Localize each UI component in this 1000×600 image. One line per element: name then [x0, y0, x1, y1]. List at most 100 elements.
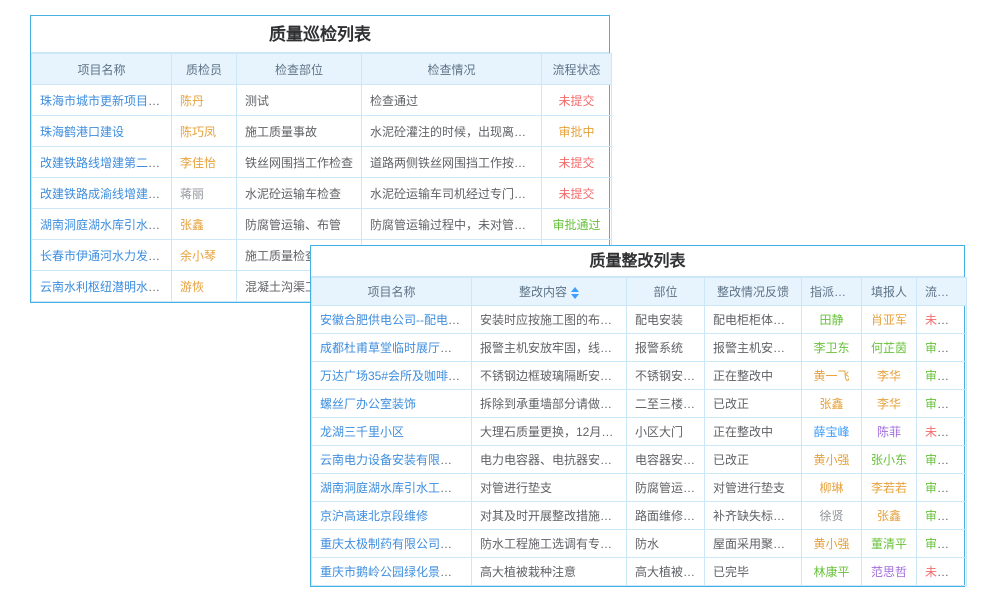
insp-situation-text: 道路两侧铁丝网围挡工作按设计...	[370, 156, 542, 170]
insp-part-text: 施工质量检查	[245, 249, 317, 263]
insp-header-situation: 检查情况	[362, 54, 542, 85]
rect-cell-assignee: 徐贤	[802, 502, 862, 530]
project-link[interactable]: 螺丝厂办公室装饰	[320, 397, 416, 411]
insp-part-text: 水泥砼运输车检查	[245, 187, 341, 201]
rect-assignee-text: 薛宝峰	[813, 425, 849, 439]
rect-row: 重庆市鹅岭公园绿化景观提升...高大植被栽种注意高大植被栽种已完毕林康平范思哲未…	[312, 558, 967, 586]
rect-feedback-text: 配电柜柜体与...	[713, 313, 795, 327]
rect-header-project: 项目名称	[312, 278, 472, 306]
rect-cell-feedback: 对管进行垫支	[705, 474, 802, 502]
rect-content-text: 对管进行垫支	[480, 481, 552, 495]
insp-cell-inspector: 陈丹	[172, 85, 237, 116]
rect-reporter-text: 范思哲	[871, 565, 907, 579]
rect-reporter-text: 陈菲	[877, 425, 901, 439]
project-link[interactable]: 云南电力设备安装有限公司20...	[320, 453, 472, 467]
rect-cell-assignee: 张鑫	[802, 390, 862, 418]
rect-assignee-text: 黄小强	[813, 537, 849, 551]
project-link[interactable]: 珠海市城市更新项目紫...	[40, 94, 170, 108]
project-link[interactable]: 珠海鹤港口建设	[40, 125, 124, 139]
rect-cell-reporter: 李华	[862, 390, 917, 418]
insp-inspector-text: 李佳怡	[180, 156, 216, 170]
rect-status-text: 审批通过	[925, 481, 967, 495]
insp-row: 改建铁路成渝线增建第... 蒋丽 水泥砼运输车检查 水泥砼运输车司机经过专门培训...…	[32, 178, 612, 209]
rect-assignee-text: 李卫东	[813, 341, 849, 355]
rect-cell-reporter: 肖亚军	[862, 306, 917, 334]
insp-cell-project: 长春市伊通河水力发电...	[32, 240, 172, 271]
insp-cell-status: 审批通过	[542, 209, 612, 240]
insp-cell-situation: 水泥砼运输车司机经过专门培训...	[362, 178, 542, 209]
rect-feedback-text: 正在整改中	[713, 425, 773, 439]
rect-cell-status: 审批通过	[917, 502, 967, 530]
rect-cell-reporter: 张鑫	[862, 502, 917, 530]
rect-cell-status: 审批通过	[917, 334, 967, 362]
insp-row: 珠海鹤港口建设陈巧凤施工质量事故水泥砼灌注的时候，出现离析现象审批中	[32, 116, 612, 147]
rect-cell-feedback: 配电柜柜体与...	[705, 306, 802, 334]
rect-cell-feedback: 正在整改中	[705, 418, 802, 446]
rect-cell-reporter: 范思哲	[862, 558, 917, 586]
project-link[interactable]: 重庆太极制药有限公司亳州中...	[320, 537, 472, 551]
project-link[interactable]: 万达广场35#会所及咖啡厅空...	[320, 369, 472, 383]
rectification-header-row: 项目名称整改内容部位整改情况反馈指派人员填报人流程状态	[312, 278, 967, 306]
insp-header-status: 流程状态	[542, 54, 612, 85]
column-label: 部位	[653, 285, 677, 299]
rect-content-text: 不锈钢边框玻璃隔断安装不牢...	[480, 369, 627, 383]
project-link[interactable]: 湖南洞庭湖水库引水工程施工1...	[320, 481, 472, 495]
rect-cell-status: 审批通过	[917, 390, 967, 418]
rect-part-text: 电容器安装...	[635, 453, 705, 467]
insp-cell-part: 铁丝网围挡工作检查	[237, 147, 362, 178]
rect-cell-status: 审批通过	[917, 446, 967, 474]
rect-feedback-text: 对管进行垫支	[713, 481, 785, 495]
insp-header-part: 检查部位	[237, 54, 362, 85]
project-link[interactable]: 龙湖三千里小区	[320, 425, 404, 439]
insp-part-text: 铁丝网围挡工作检查	[245, 156, 353, 170]
rect-cell-part: 路面维修检...	[627, 502, 705, 530]
column-label: 检查部位	[275, 63, 323, 77]
rect-cell-part: 报警系统	[627, 334, 705, 362]
rect-part-text: 路面维修检...	[635, 509, 705, 523]
rect-cell-feedback: 已完毕	[705, 558, 802, 586]
insp-inspector-text: 蒋丽	[180, 187, 204, 201]
rect-cell-part: 防腐管运输...	[627, 474, 705, 502]
insp-cell-situation: 检查通过	[362, 85, 542, 116]
rect-header-content[interactable]: 整改内容	[472, 278, 627, 306]
rect-status-text: 未提交	[925, 565, 961, 579]
insp-cell-project: 珠海鹤港口建设	[32, 116, 172, 147]
rect-part-text: 小区大门	[635, 425, 683, 439]
rect-reporter-text: 董清平	[871, 537, 907, 551]
rect-row: 万达广场35#会所及咖啡厅空...不锈钢边框玻璃隔断安装不牢...不锈钢安装..…	[312, 362, 967, 390]
project-link[interactable]: 云南水利枢纽潜明水库...	[40, 280, 170, 294]
rect-cell-reporter: 何芷茵	[862, 334, 917, 362]
rect-status-text: 审批通过	[925, 537, 967, 551]
rect-cell-assignee: 林康平	[802, 558, 862, 586]
rectification-table-body: 安徽合肥供电公司--配电设备...安装时应按施工图的布置，将...配电安装配电柜…	[312, 306, 967, 586]
rect-content-text: 拆除到承重墙部分请做好加固...	[480, 397, 627, 411]
project-link[interactable]: 长春市伊通河水力发电...	[40, 249, 170, 263]
rect-reporter-text: 张鑫	[877, 509, 901, 523]
insp-cell-situation: 道路两侧铁丝网围挡工作按设计...	[362, 147, 542, 178]
project-link[interactable]: 成都杜甫草堂临时展厅独立展...	[320, 341, 472, 355]
column-label: 流程状态	[925, 285, 967, 299]
rect-cell-reporter: 董清平	[862, 530, 917, 558]
project-link[interactable]: 安徽合肥供电公司--配电设备...	[320, 313, 472, 327]
rect-reporter-text: 李若若	[871, 481, 907, 495]
rect-cell-assignee: 黄小强	[802, 530, 862, 558]
column-label: 项目名称	[367, 285, 415, 299]
project-link[interactable]: 改建铁路线增建第二线...	[40, 156, 170, 170]
rect-cell-project: 万达广场35#会所及咖啡厅空...	[312, 362, 472, 390]
insp-cell-project: 湖南洞庭湖水库引水工...	[32, 209, 172, 240]
insp-status-text: 未提交	[558, 156, 594, 170]
project-link[interactable]: 重庆市鹅岭公园绿化景观提升...	[320, 565, 472, 579]
rect-cell-reporter: 陈菲	[862, 418, 917, 446]
project-link[interactable]: 改建铁路成渝线增建第...	[40, 187, 170, 201]
insp-cell-inspector: 余小琴	[172, 240, 237, 271]
insp-situation-text: 水泥砼运输车司机经过专门培训...	[370, 187, 542, 201]
rect-row: 京沪高速北京段维修对其及时开展整改措施，桥头...路面维修检...补齐缺失标志.…	[312, 502, 967, 530]
rect-cell-feedback: 屋面采用聚氨...	[705, 530, 802, 558]
sort-icon[interactable]	[571, 287, 579, 299]
rect-cell-part: 电容器安装...	[627, 446, 705, 474]
project-link[interactable]: 湖南洞庭湖水库引水工...	[40, 218, 170, 232]
rectification-table: 项目名称整改内容部位整改情况反馈指派人员填报人流程状态 安徽合肥供电公司--配电…	[311, 277, 967, 586]
insp-part-text: 防腐管运输、布管	[245, 218, 341, 232]
insp-cell-status: 审批中	[542, 116, 612, 147]
project-link[interactable]: 京沪高速北京段维修	[320, 509, 428, 523]
